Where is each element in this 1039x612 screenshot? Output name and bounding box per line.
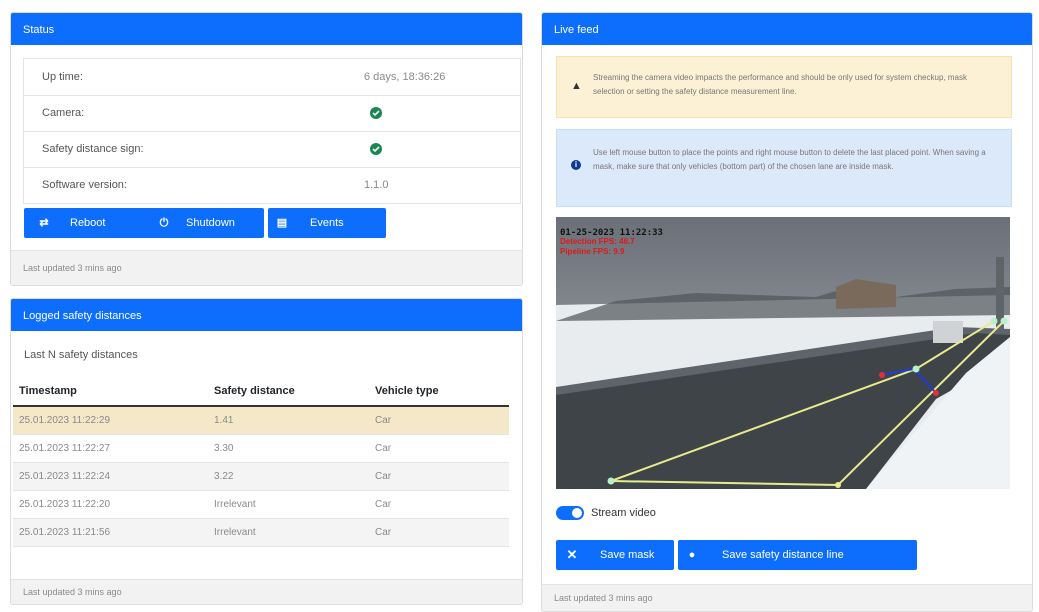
uptime-value: 6 days, 18:36:26 <box>364 71 446 83</box>
safety-sign-row: Safety distance sign: <box>24 131 520 168</box>
toggle-knob <box>572 508 582 518</box>
warning-triangle-icon: ▲ <box>571 80 582 92</box>
distance-cell: 1.41 <box>208 406 369 435</box>
table-row: 25.01.2023 11:22:29 1.41 Car <box>13 406 509 435</box>
distance-cell: 3.22 <box>208 462 369 491</box>
distance-cell: 3.30 <box>208 434 369 463</box>
table-row: 25.01.2023 11:22:27 3.30 Car <box>13 434 509 463</box>
distance-cell: Irrelevant <box>208 490 369 519</box>
distance-cell: Irrelevant <box>208 518 369 547</box>
stream-video-label: Stream video <box>591 507 656 519</box>
logged-subtitle: Last N safety distances <box>24 349 138 361</box>
live-feed-header: Live feed <box>542 13 1032 45</box>
safety-sign-label: Safety distance sign: <box>42 143 144 155</box>
status-card: Status Up time: 6 days, 18:36:26 Camera:… <box>10 12 523 286</box>
events-button[interactable]: ▤ Events <box>268 208 386 238</box>
timestamp-cell: 25.01.2023 11:22:20 <box>13 490 208 519</box>
status-header: Status <box>11 13 522 45</box>
info-circle-icon: ● <box>688 549 696 561</box>
refresh-icon: ⇄ <box>39 217 49 229</box>
camera-label: Camera: <box>42 107 85 119</box>
warning-alert: ▲ Streaming the camera video impacts the… <box>556 56 1012 118</box>
check-circle-icon <box>370 143 382 155</box>
logged-header: Logged safety distances <box>11 299 522 331</box>
vehicle-cell: Car <box>369 406 509 435</box>
shutdown-button[interactable]: ⏻ Shutdown <box>146 208 264 238</box>
vehicle-cell: Car <box>369 490 509 519</box>
logged-footer: Last updated 3 mins ago <box>11 579 522 604</box>
info-alert: i Use left mouse button to place the poi… <box>556 129 1012 207</box>
live-feed-footer: Last updated 3 mins ago <box>542 584 1032 611</box>
overlay-detection-fps: Detection FPS: 46.7 <box>560 237 635 246</box>
timestamp-cell: 25.01.2023 11:21:56 <box>13 518 208 547</box>
camera-feed-scene <box>556 217 1010 489</box>
check-circle-icon <box>370 107 382 119</box>
timestamp-cell: 25.01.2023 11:22:24 <box>13 462 208 491</box>
column-header: Timestamp <box>13 377 208 407</box>
save-safety-line-button[interactable]: ● Save safety distance line <box>678 540 917 570</box>
info-circle-icon: i <box>571 160 581 170</box>
vehicle-cell: Car <box>369 434 509 463</box>
vehicle-cell: Car <box>369 518 509 547</box>
table-row: 25.01.2023 11:22:20 Irrelevant Car <box>13 490 509 519</box>
close-icon: ✕ <box>566 547 578 562</box>
status-footer: Last updated 3 mins ago <box>11 250 522 285</box>
info-text: Use left mouse button to place the point… <box>593 148 986 171</box>
overlay-pipeline-fps: Pipeline FPS: 9.9 <box>560 247 625 256</box>
safety-distances-table: Timestamp Safety distance Vehicle type 2… <box>13 377 509 547</box>
table-row: 25.01.2023 11:22:24 3.22 Car <box>13 462 509 491</box>
stream-video-toggle[interactable] <box>556 506 584 520</box>
uptime-label: Up time: <box>42 71 83 83</box>
software-version-row: Software version: 1.1.0 <box>24 167 520 203</box>
software-version-value: 1.1.0 <box>364 179 389 191</box>
software-version-label: Software version: <box>42 179 127 191</box>
timestamp-cell: 25.01.2023 11:22:29 <box>13 406 208 435</box>
camera-feed-image[interactable]: 01-25-2023 11:22:33 Detection FPS: 46.7 … <box>556 217 1010 489</box>
save-mask-button[interactable]: ✕ Save mask <box>556 540 674 570</box>
table-row: 25.01.2023 11:21:56 Irrelevant Car <box>13 518 509 547</box>
uptime-row: Up time: 6 days, 18:36:26 <box>24 59 520 96</box>
status-table: Up time: 6 days, 18:36:26 Camera: Safety… <box>23 58 521 204</box>
file-icon: ▤ <box>276 217 288 229</box>
column-header: Vehicle type <box>369 377 509 407</box>
column-header: Safety distance <box>208 377 369 407</box>
reboot-button[interactable]: ⇄ Reboot <box>24 208 152 238</box>
timestamp-cell: 25.01.2023 11:22:27 <box>13 434 208 463</box>
camera-row: Camera: <box>24 95 520 132</box>
warning-text: Streaming the camera video impacts the p… <box>593 73 967 96</box>
power-icon: ⏻ <box>159 217 169 229</box>
vehicle-cell: Car <box>369 462 509 491</box>
table-header-row: Timestamp Safety distance Vehicle type <box>13 377 509 407</box>
